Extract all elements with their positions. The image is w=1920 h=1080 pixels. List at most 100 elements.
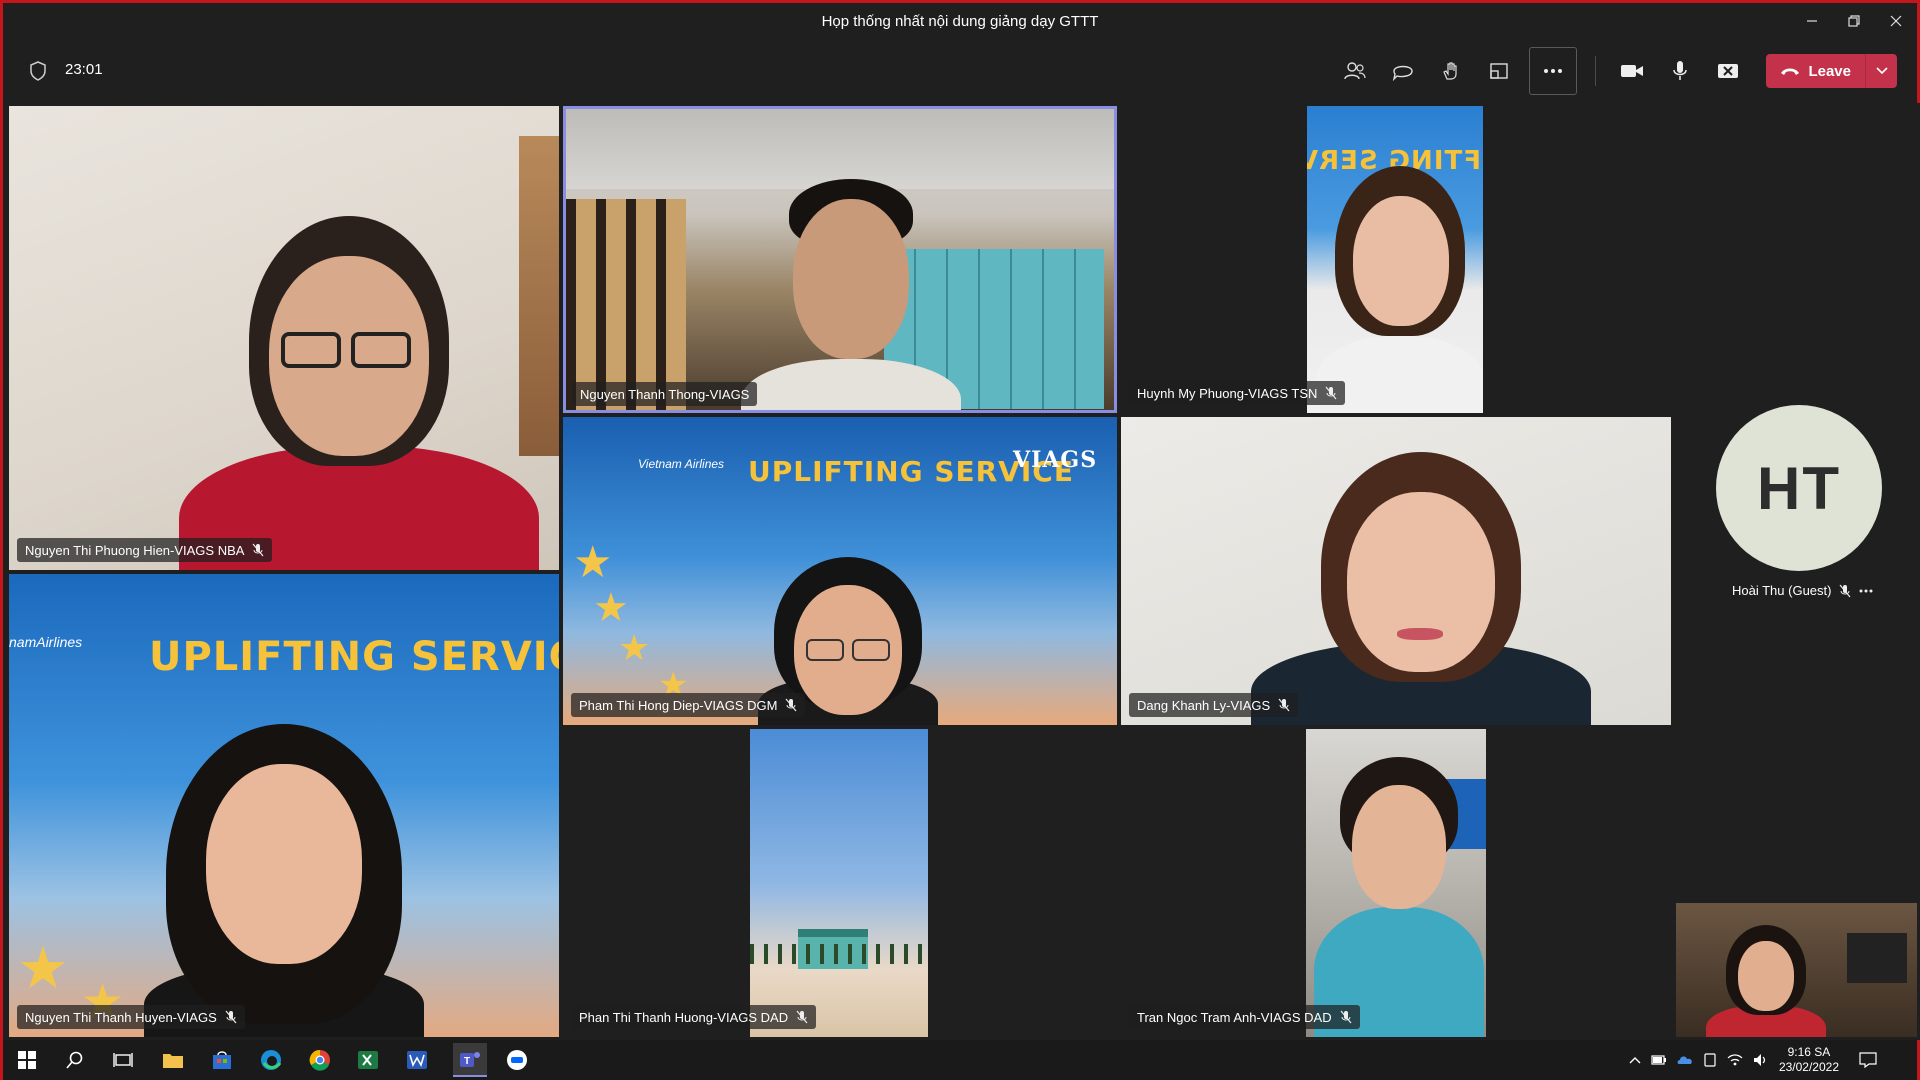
video-tile-active-speaker[interactable]: Nguyen Thanh Thong-VIAGS	[563, 106, 1117, 413]
tv-screen	[1847, 933, 1907, 983]
leave-options-button[interactable]	[1865, 54, 1897, 88]
video-tile[interactable]: Dang Khanh Ly-VIAGS	[1121, 417, 1671, 725]
window-title: Họp thống nhất nội dung giảng dạy GTTT	[821, 12, 1099, 30]
office-ceiling	[566, 109, 1114, 189]
file-explorer-button[interactable]	[161, 1048, 185, 1072]
restore-icon	[1848, 15, 1860, 27]
teams-window: Họp thống nhất nội dung giảng dạy GTTT 2…	[0, 0, 1920, 1080]
leave-button-group: Leave	[1766, 54, 1897, 88]
zalo-button[interactable]	[505, 1048, 529, 1072]
window-controls	[1791, 3, 1917, 39]
self-view-video[interactable]	[1676, 903, 1917, 1037]
edge-button[interactable]	[259, 1048, 283, 1072]
device-icon[interactable]	[1703, 1053, 1717, 1067]
leave-label: Leave	[1808, 62, 1851, 80]
participant-namebar: Phan Thi Thanh Huong-VIAGS DAD	[571, 1005, 817, 1029]
task-view-button[interactable]	[111, 1048, 135, 1072]
store-button[interactable]	[210, 1048, 234, 1072]
rooms-button[interactable]	[1475, 47, 1523, 95]
raise-hand-icon	[1443, 62, 1458, 80]
chat-icon	[1393, 65, 1414, 81]
microphone-icon	[1673, 61, 1688, 80]
reactions-button[interactable]	[1427, 47, 1475, 95]
store-icon	[213, 1051, 231, 1069]
ellipsis-icon[interactable]	[1859, 589, 1873, 593]
participant-video	[1251, 452, 1591, 725]
participant-name: Tran Ngoc Tram Anh-VIAGS DAD	[1137, 1009, 1332, 1025]
mic-off-icon	[225, 1010, 237, 1024]
close-window-button[interactable]	[1875, 3, 1917, 39]
notification-icon[interactable]	[1859, 1052, 1877, 1068]
windows-logo-icon	[18, 1051, 36, 1069]
participant-video	[179, 216, 539, 570]
airline-logo: Vietnam Airlines	[638, 457, 725, 471]
participants-button[interactable]	[1331, 47, 1379, 95]
wall-decoration	[519, 136, 559, 456]
volume-icon[interactable]	[1753, 1053, 1769, 1067]
chevron-down-icon	[1875, 67, 1888, 75]
video-tile[interactable]: Phan Thi Thanh Huong-VIAGS DAD	[563, 729, 1117, 1037]
start-button[interactable]	[15, 1048, 39, 1072]
edge-browser-icon	[261, 1050, 282, 1070]
palm-trees	[750, 944, 928, 964]
meeting-timer: 23:01	[65, 61, 103, 78]
toolbar-divider	[1595, 56, 1597, 86]
breakout-rooms-icon	[1490, 63, 1509, 79]
star-decoration: ★	[573, 538, 613, 587]
teams-icon: T	[460, 1052, 480, 1067]
participant-namebar: Nguyen Thi Phuong Hien-VIAGS NBA	[17, 538, 273, 562]
wifi-icon[interactable]	[1727, 1053, 1743, 1067]
search-button[interactable]	[63, 1048, 87, 1072]
toolbar-actions: Leave	[1331, 47, 1897, 95]
participant-name: Dang Khanh Ly-VIAGS	[1137, 697, 1271, 713]
participant-namebar: Dang Khanh Ly-VIAGS	[1129, 693, 1299, 717]
star-decoration: ★	[17, 936, 69, 1001]
mic-off-icon	[1325, 386, 1337, 400]
chevron-up-icon[interactable]	[1629, 1056, 1641, 1064]
mic-off-icon	[1340, 1010, 1352, 1024]
video-tile[interactable]: Nguyen Thi Phuong Hien-VIAGS NBA	[9, 106, 559, 570]
chat-button[interactable]	[1379, 47, 1427, 95]
share-screen-button[interactable]	[1704, 47, 1752, 95]
meeting-toolbar: 23:01 Leave	[3, 39, 1917, 103]
battery-icon[interactable]	[1651, 1054, 1667, 1066]
participant-namebar: Nguyen Thi Thanh Huyen-VIAGS	[17, 1005, 245, 1029]
minimize-button[interactable]	[1791, 3, 1833, 39]
video-tile[interactable]: Vietnam Airlines UPLIFTING SERVICE VIAGS…	[563, 417, 1117, 725]
video-tile[interactable]: namAirlines UPLIFTING SERVICE ★ ★ Nguyen…	[9, 574, 559, 1037]
participant-namebar: Pham Thi Hong Diep-VIAGS DGM	[571, 693, 806, 717]
mic-off-icon	[796, 1010, 808, 1024]
leave-button[interactable]: Leave	[1766, 54, 1865, 88]
teams-button[interactable]: T	[453, 1043, 487, 1077]
participant-video	[741, 179, 961, 410]
restore-button[interactable]	[1833, 3, 1875, 39]
ellipsis-icon	[1544, 69, 1563, 73]
people-icon	[1344, 62, 1367, 80]
onedrive-icon[interactable]	[1677, 1053, 1693, 1067]
video-tile[interactable]: UPLIFTING SERV Huynh My Phuong-VIAGS TSN	[1121, 106, 1671, 413]
more-actions-button[interactable]	[1529, 47, 1578, 95]
excel-button[interactable]	[356, 1048, 380, 1072]
participant-name: Nguyen Thi Thanh Huyen-VIAGS	[25, 1009, 217, 1025]
clock-date: 23/02/2022	[1778, 1060, 1839, 1074]
participant-namebar: Huynh My Phuong-VIAGS TSN	[1129, 381, 1346, 405]
clock-time: 9:16 SA	[1787, 1045, 1831, 1059]
clock[interactable]: 9:16 SA 23/02/2022	[1779, 1045, 1839, 1075]
microphone-button[interactable]	[1656, 47, 1704, 95]
system-tray: 9:16 SA 23/02/2022	[1629, 1040, 1877, 1080]
camera-button[interactable]	[1608, 47, 1656, 95]
chrome-browser-icon	[309, 1049, 330, 1071]
mic-off-icon	[1840, 584, 1851, 597]
participant-namebar: Nguyen Thanh Thong-VIAGS	[572, 382, 758, 406]
participant-name: Nguyen Thi Phuong Hien-VIAGS NBA	[25, 542, 245, 558]
banner-headline: UPLIFTING SERVICE	[149, 634, 559, 680]
guest-avatar[interactable]: HT	[1716, 405, 1882, 571]
folder-icon	[163, 1054, 183, 1068]
participant-namebar: Tran Ngoc Tram Anh-VIAGS DAD	[1129, 1005, 1360, 1029]
minimize-icon	[1807, 20, 1817, 22]
video-stage: Nguyen Thi Phuong Hien-VIAGS NBA Nguyen …	[6, 103, 1920, 1040]
chrome-button[interactable]	[308, 1048, 332, 1072]
mic-off-icon	[252, 543, 264, 557]
video-tile[interactable]: Tran Ngoc Tram Anh-VIAGS DAD	[1121, 729, 1671, 1037]
word-button[interactable]	[405, 1048, 429, 1072]
